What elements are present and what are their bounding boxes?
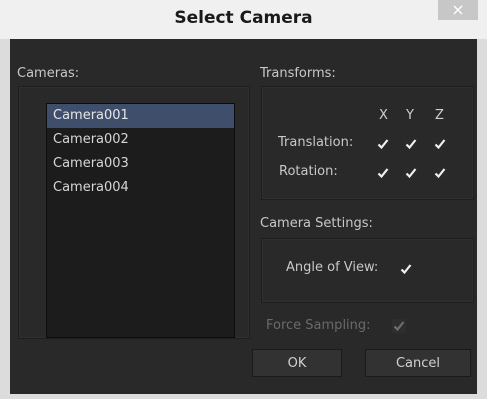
rotation-label: Rotation:	[279, 164, 338, 179]
rotation-y-checkbox[interactable]	[404, 166, 418, 180]
force-sampling-checkbox[interactable]	[392, 319, 406, 333]
ok-button[interactable]: OK	[252, 349, 342, 377]
dialog-body: Cameras: Camera001 Camera002 Camera003 C…	[10, 39, 477, 394]
angle-of-view-label: Angle of View:	[286, 260, 379, 275]
camera-list[interactable]: Camera001 Camera002 Camera003 Camera004	[46, 103, 235, 338]
checkmark-icon	[434, 139, 446, 150]
force-sampling-label: Force Sampling:	[266, 318, 371, 333]
list-item-camera003[interactable]: Camera003	[47, 152, 234, 176]
close-button[interactable]: ×	[438, 0, 478, 20]
translation-z-checkbox[interactable]	[433, 137, 447, 151]
checkmark-icon	[405, 168, 417, 179]
list-item-camera004[interactable]: Camera004	[47, 176, 234, 200]
close-icon: ×	[451, 0, 465, 19]
select-camera-dialog: Select Camera × Cameras: Camera001 Camer…	[0, 0, 487, 399]
title-bar[interactable]: Select Camera ×	[0, 0, 487, 39]
cancel-button[interactable]: Cancel	[365, 349, 471, 377]
translation-label: Translation:	[278, 135, 354, 150]
checkmark-icon	[377, 139, 389, 150]
checkmark-icon	[400, 264, 412, 275]
rotation-z-checkbox[interactable]	[433, 166, 447, 180]
axis-x-label: X	[379, 108, 388, 123]
checkmark-icon	[405, 139, 417, 150]
angle-of-view-checkbox[interactable]	[399, 262, 413, 276]
rotation-x-checkbox[interactable]	[376, 166, 390, 180]
translation-y-checkbox[interactable]	[404, 137, 418, 151]
axis-z-label: Z	[435, 108, 444, 123]
list-item-camera002[interactable]: Camera002	[47, 128, 234, 152]
axis-y-label: Y	[406, 108, 414, 123]
checkmark-icon	[377, 168, 389, 179]
checkmark-icon	[393, 321, 405, 332]
cameras-label: Cameras:	[17, 66, 80, 81]
camera-settings-label: Camera Settings:	[260, 216, 373, 231]
list-item-camera001[interactable]: Camera001	[47, 104, 234, 128]
transforms-label: Transforms:	[260, 66, 336, 81]
translation-x-checkbox[interactable]	[376, 137, 390, 151]
checkmark-icon	[434, 168, 446, 179]
dialog-title: Select Camera	[174, 8, 313, 28]
